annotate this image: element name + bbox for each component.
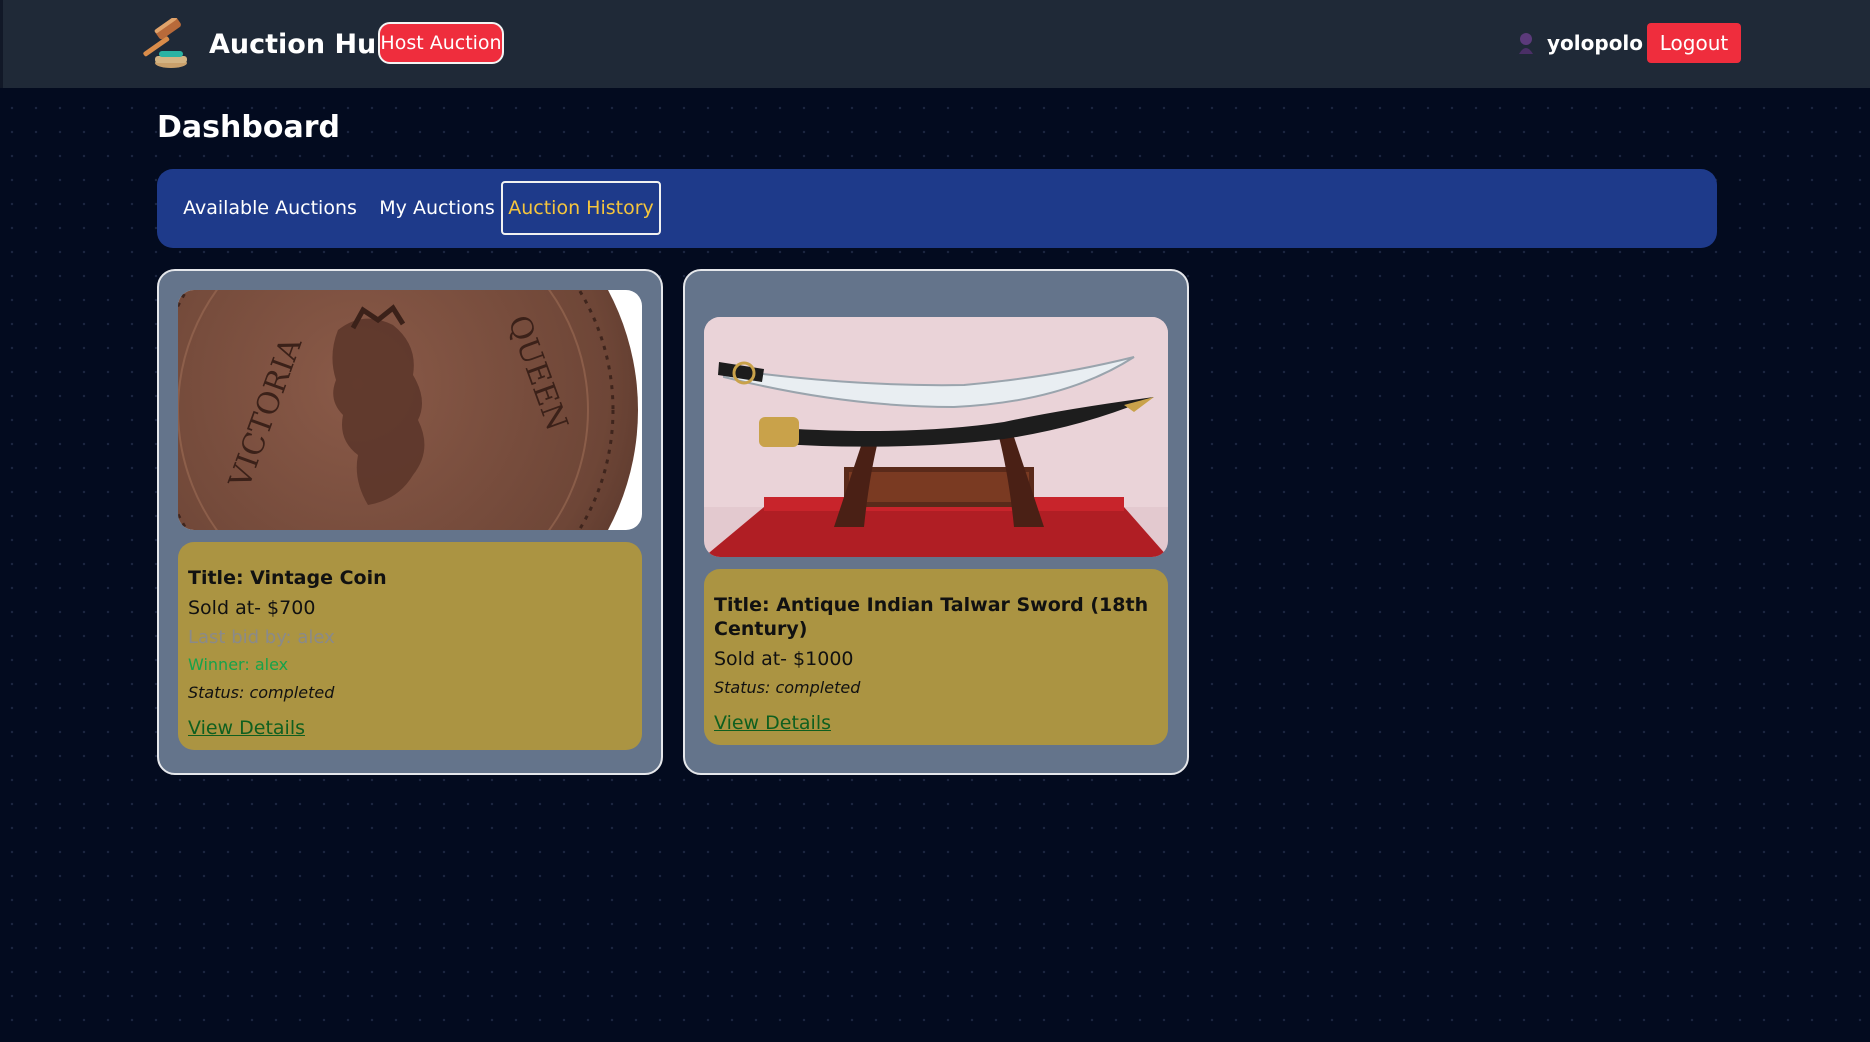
auction-status: Status: completed — [714, 678, 861, 697]
page-title: Dashboard — [157, 110, 340, 145]
auction-title: Title: Antique Indian Talwar Sword (18th… — [714, 594, 1149, 640]
tab-bar: Available Auctions My Auctions Auction H… — [157, 169, 1717, 248]
auction-title: Title: Vintage Coin — [188, 567, 387, 589]
tab-available-auctions[interactable]: Available Auctions — [173, 181, 367, 235]
sold-price: Sold at- $700 — [188, 597, 316, 619]
tab-auction-history[interactable]: Auction History — [501, 181, 661, 235]
view-details-link[interactable]: View Details — [714, 711, 831, 735]
auction-info-panel: Title: Antique Indian Talwar Sword (18th… — [704, 569, 1168, 745]
sold-price: Sold at- $1000 — [714, 648, 854, 670]
auction-card: VICTORIA QUEEN Title: Vintage Coin Sold … — [157, 269, 663, 775]
sword-image-icon — [704, 317, 1168, 557]
coin-image-icon: VICTORIA QUEEN — [178, 290, 642, 530]
brand[interactable]: Auction Hub — [137, 18, 396, 70]
view-details-link[interactable]: View Details — [188, 716, 305, 740]
user-info: yolopolo — [1517, 22, 1643, 64]
tab-my-auctions[interactable]: My Auctions — [369, 181, 505, 235]
gavel-icon — [143, 18, 187, 68]
auction-image: VICTORIA QUEEN — [178, 290, 642, 530]
username: yolopolo — [1547, 31, 1644, 55]
auction-card: Title: Antique Indian Talwar Sword (18th… — [683, 269, 1189, 775]
last-bid: Last bid by: alex — [188, 627, 335, 648]
winner: Winner: alex — [188, 655, 289, 674]
auction-image — [704, 317, 1168, 557]
host-auction-button[interactable]: Host Auction — [378, 22, 504, 64]
auction-info-panel: Title: Vintage Coin Sold at- $700 Last b… — [178, 542, 642, 750]
top-navbar: Auction Hub Host Auction yolopolo Logout — [0, 0, 1870, 88]
logout-button[interactable]: Logout — [1647, 23, 1741, 63]
auction-status: Status: completed — [188, 683, 335, 702]
user-icon — [1519, 33, 1533, 54]
app-name: Auction Hub — [209, 28, 396, 60]
